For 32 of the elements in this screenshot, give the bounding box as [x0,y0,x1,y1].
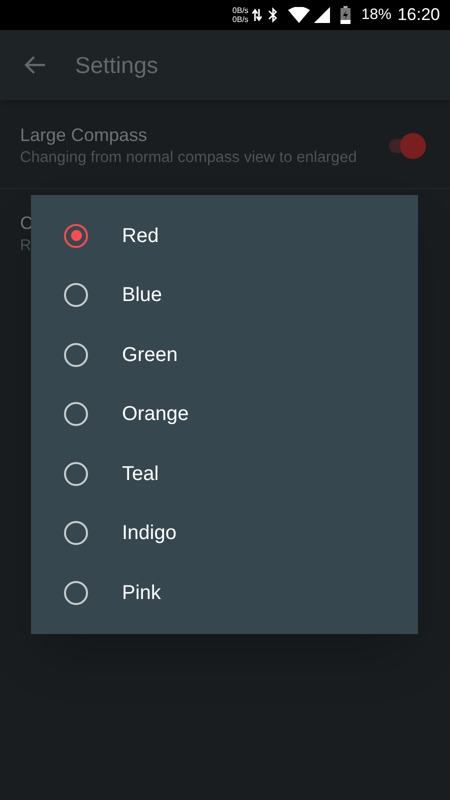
color-option[interactable]: Blue [31,266,418,325]
radio-button[interactable] [64,580,88,605]
color-option[interactable]: Pink [31,563,418,622]
option-label: Green [122,342,178,368]
radio-button[interactable] [64,342,88,367]
data-arrows-icon [252,8,262,22]
network-speed-text: 0B/s [232,15,248,24]
color-option[interactable]: Indigo [31,504,418,563]
battery-percent-text: 18% [361,4,392,25]
option-label: Red [122,224,159,249]
bluetooth-icon [268,7,278,23]
option-label: Teal [122,462,159,487]
radio-button[interactable] [64,402,88,426]
option-label: Blue [122,283,162,308]
color-option[interactable]: Teal [31,444,418,504]
screen-title: Settings [75,50,158,80]
clock-text: 16:20 [397,4,440,26]
color-option[interactable]: Green [31,325,418,384]
network-speed-text: 0B/s [232,6,248,15]
signal-icon [314,7,330,23]
color-option[interactable]: Orange [31,384,418,444]
option-label: Indigo [122,521,176,546]
option-label: Orange [122,402,189,428]
color-option[interactable]: Red [31,206,418,266]
battery-icon [340,6,352,24]
radio-button[interactable] [64,462,88,486]
radio-button[interactable] [64,283,88,308]
wifi-icon [288,7,310,23]
radio-button[interactable] [64,224,88,248]
setting-title: Large Compass [20,124,148,147]
option-label: Pink [122,580,161,606]
radio-button[interactable] [64,521,88,546]
